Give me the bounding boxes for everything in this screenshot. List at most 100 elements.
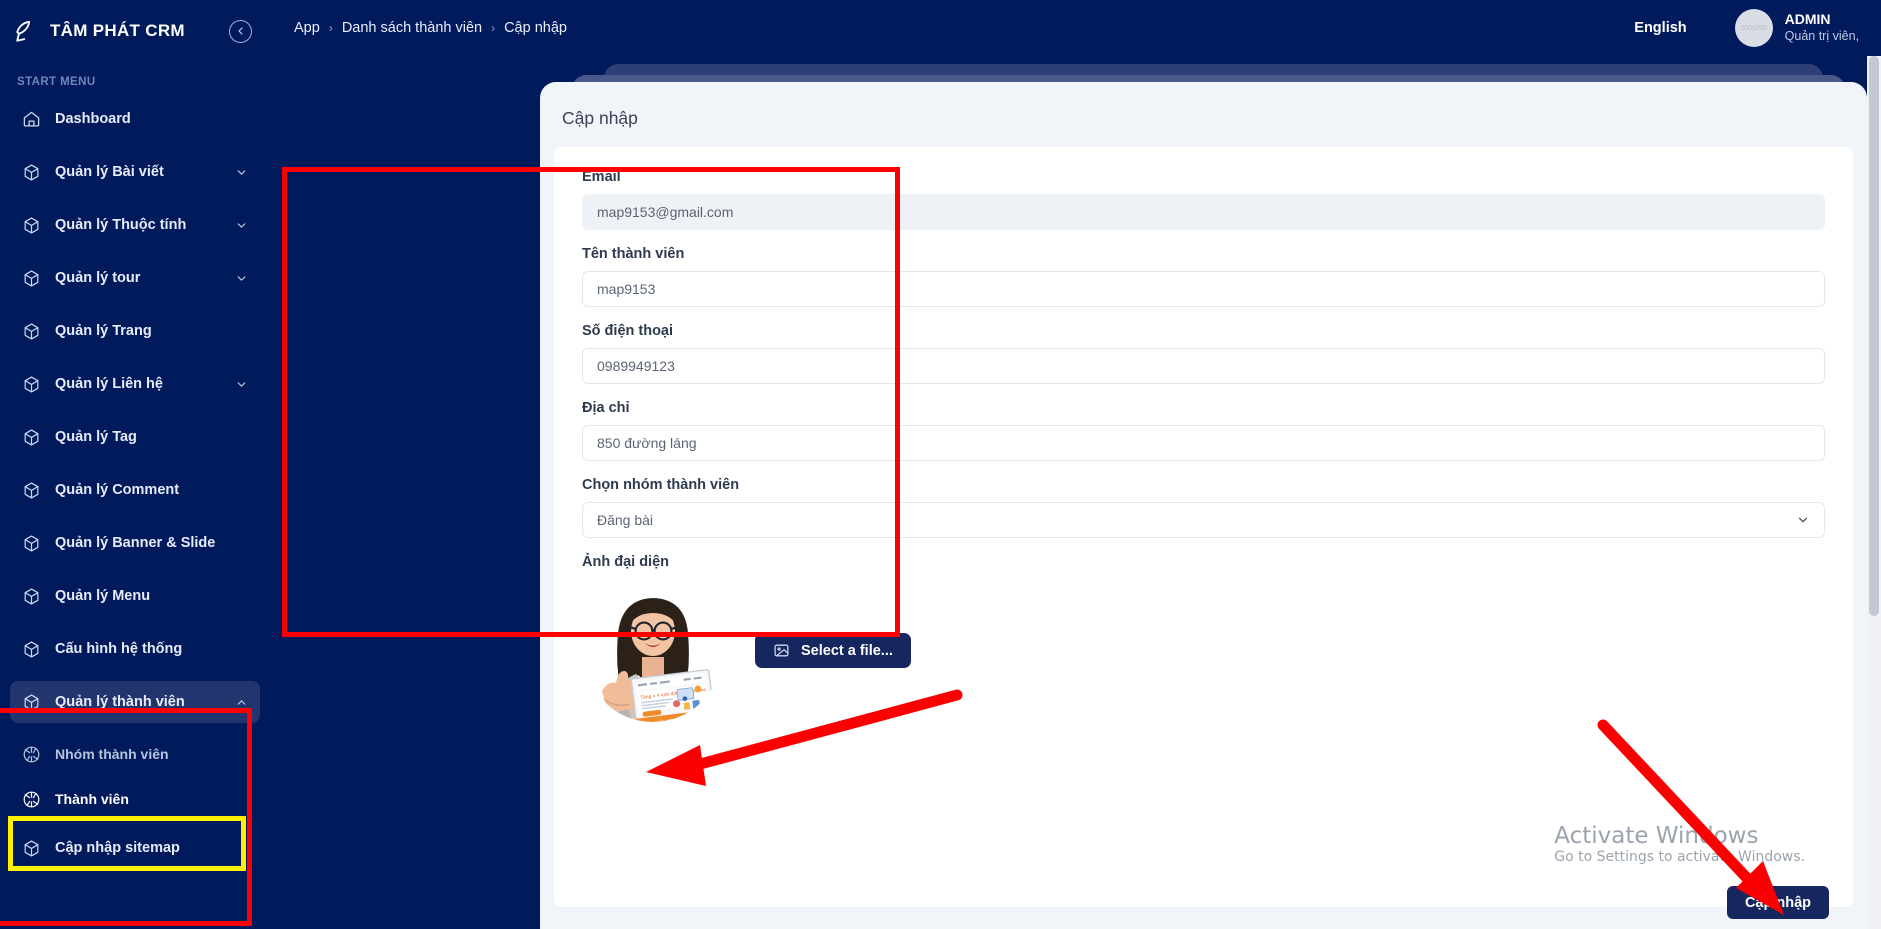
- cube-icon: [22, 322, 41, 341]
- sidebar-item-quan-ly-tag[interactable]: Quản lý Tag: [10, 416, 260, 458]
- sidebar-item-label: Quản lý Menu: [55, 588, 151, 604]
- email-field[interactable]: map9153@gmail.com: [582, 194, 1825, 230]
- aperture-icon: [22, 745, 41, 764]
- sidebar-item-label: Quản lý Comment: [55, 482, 180, 498]
- language-switcher[interactable]: English: [1634, 20, 1686, 36]
- field-chon-nhom-thanh-vien: Chọn nhóm thành viên Đăng bài: [582, 477, 1825, 538]
- avatar-section-label: Ảnh đại diện: [582, 554, 669, 570]
- field-label: Số điện thoại: [582, 323, 674, 339]
- submit-button[interactable]: Cập nhập: [1726, 886, 1829, 919]
- field-so-dien-thoai: Số điện thoại 0989949123: [582, 323, 1825, 384]
- aperture-icon: [22, 790, 41, 809]
- sidebar-nav: Dashboard Quản lý Bài viết Quản lý Thuộc…: [0, 98, 270, 869]
- select-file-label: Select a file...: [801, 642, 893, 659]
- cube-icon: [22, 534, 41, 553]
- sidebar: TÂM PHÁT CRM START MENU Dashboard Quản l…: [0, 0, 270, 929]
- user-role: Quản trị viên,: [1784, 28, 1859, 43]
- sidebar-item-label: Quản lý Thuộc tính: [55, 217, 187, 233]
- cube-icon: [22, 428, 41, 447]
- topbar: App › Danh sách thành viên › Cập nhập En…: [270, 0, 1881, 56]
- sidebar-collapse-button[interactable]: [229, 19, 252, 43]
- chevron-down-icon: [1796, 513, 1810, 527]
- sidebar-item-quan-ly-bai-viet[interactable]: Quản lý Bài viết: [10, 151, 260, 193]
- sidebar-item-label: Cập nhập sitemap: [55, 840, 180, 856]
- field-value: Đăng bài: [597, 512, 654, 528]
- chevron-down-icon: [235, 166, 248, 179]
- breadcrumb-separator-icon: ›: [328, 21, 333, 35]
- sidebar-item-label: Quản lý thành viên: [55, 694, 185, 710]
- sidebar-item-cau-hinh-he-thong[interactable]: Cấu hình hệ thống: [10, 628, 260, 670]
- avatar-placeholder-text: 200x200: [1740, 24, 1768, 32]
- sidebar-item-quan-ly-lien-he[interactable]: Quản lý Liên hệ: [10, 363, 260, 405]
- field-value: map9153@gmail.com: [597, 204, 734, 220]
- main-region: App › Danh sách thành viên › Cập nhập En…: [270, 0, 1881, 929]
- user-name: ADMIN: [1784, 11, 1831, 28]
- sidebar-item-quan-ly-banner-slide[interactable]: Quản lý Banner & Slide: [10, 522, 260, 564]
- breadcrumb-separator-icon: ›: [491, 21, 496, 35]
- vertical-scrollbar[interactable]: [1867, 56, 1881, 929]
- rocket-logo-icon: [14, 18, 40, 44]
- field-label: Địa chỉ: [582, 400, 630, 416]
- sidebar-subitem-label: Nhóm thành viên: [55, 746, 169, 762]
- breadcrumb-item-app[interactable]: App: [294, 20, 320, 36]
- sidebar-item-label: Quản lý Banner & Slide: [55, 535, 216, 551]
- cube-icon: [22, 587, 41, 606]
- field-dia-chi: Địa chỉ 850 đường láng: [582, 400, 1825, 461]
- avatar-preview-image: Tăng x 4 lượt đơn hàng online PHẦN MỀM Q…: [582, 579, 725, 722]
- user-meta: ADMIN Quản trị viên,: [1785, 11, 1859, 44]
- field-value: 0989949123: [597, 358, 675, 374]
- sidebar-item-label: Quản lý Bài viết: [55, 164, 164, 180]
- scrollbar-thumb[interactable]: [1869, 56, 1879, 616]
- chevron-down-icon: [235, 378, 248, 391]
- chevron-down-icon: [235, 219, 248, 232]
- content-card: Cập nhập Email map9153@gmail.com Tên thà…: [540, 82, 1867, 929]
- select-file-button[interactable]: Select a file...: [755, 633, 911, 668]
- member-group-select[interactable]: Đăng bài: [582, 502, 1825, 538]
- field-email: Email map9153@gmail.com: [582, 169, 1825, 230]
- breadcrumb-item-cap-nhap: Cập nhập: [504, 20, 567, 36]
- sidebar-subitem-thanh-vien[interactable]: Thành viên: [10, 779, 260, 819]
- cube-icon: [22, 269, 41, 288]
- field-ten-thanh-vien: Tên thành viên map9153: [582, 246, 1825, 307]
- sidebar-subitem-nhom-thanh-vien[interactable]: Nhóm thành viên: [10, 734, 260, 774]
- breadcrumb-item-danh-sach-thanh-vien[interactable]: Danh sách thành viên: [342, 20, 482, 36]
- avatar[interactable]: 200x200: [1734, 9, 1773, 47]
- sidebar-item-quan-ly-thanh-vien[interactable]: Quản lý thành viên: [10, 681, 260, 723]
- sidebar-item-cap-nhap-sitemap[interactable]: Cập nhập sitemap: [10, 827, 260, 869]
- cube-icon: [22, 216, 41, 235]
- image-icon: [773, 642, 790, 659]
- sidebar-item-label: Quản lý tour: [55, 270, 141, 286]
- sidebar-section-label: START MENU: [17, 76, 96, 88]
- user-menu[interactable]: 200x200 ADMIN Quản trị viên,: [1734, 9, 1859, 47]
- breadcrumb: App › Danh sách thành viên › Cập nhập: [294, 20, 567, 36]
- member-name-field[interactable]: map9153: [582, 271, 1825, 307]
- sidebar-item-quan-ly-comment[interactable]: Quản lý Comment: [10, 469, 260, 511]
- chevron-down-icon: [235, 272, 248, 285]
- cube-icon: [22, 640, 41, 659]
- field-label: Tên thành viên: [582, 246, 685, 262]
- home-icon: [22, 110, 41, 129]
- sidebar-item-label: Quản lý Liên hệ: [55, 376, 163, 392]
- sidebar-item-quan-ly-thuoc-tinh[interactable]: Quản lý Thuộc tính: [10, 204, 260, 246]
- cube-icon: [22, 481, 41, 500]
- cube-icon: [22, 693, 41, 712]
- sidebar-item-label: Dashboard: [55, 111, 131, 127]
- field-label: Chọn nhóm thành viên: [582, 477, 740, 493]
- sidebar-item-label: Quản lý Trang: [55, 323, 152, 339]
- member-update-form: Email map9153@gmail.com Tên thành viên m…: [554, 147, 1853, 907]
- sidebar-subitem-label: Thành viên: [55, 791, 129, 807]
- sidebar-item-quan-ly-tour[interactable]: Quản lý tour: [10, 257, 260, 299]
- chevron-up-icon: [235, 696, 248, 709]
- cube-icon: [22, 375, 41, 394]
- sidebar-item-dashboard[interactable]: Dashboard: [10, 98, 260, 140]
- phone-field[interactable]: 0989949123: [582, 348, 1825, 384]
- app-root: TÂM PHÁT CRM START MENU Dashboard Quản l…: [0, 0, 1881, 929]
- address-field[interactable]: 850 đường láng: [582, 425, 1825, 461]
- field-value: 850 đường láng: [597, 435, 697, 451]
- avatar-upload-row: Tăng x 4 lượt đơn hàng online PHẦN MỀM Q…: [582, 579, 1825, 722]
- brand-name: TÂM PHÁT CRM: [50, 21, 185, 40]
- sidebar-item-quan-ly-menu[interactable]: Quản lý Menu: [10, 575, 260, 617]
- page-title: Cập nhập: [562, 108, 638, 128]
- field-label: Email: [582, 169, 621, 185]
- sidebar-item-quan-ly-trang[interactable]: Quản lý Trang: [10, 310, 260, 352]
